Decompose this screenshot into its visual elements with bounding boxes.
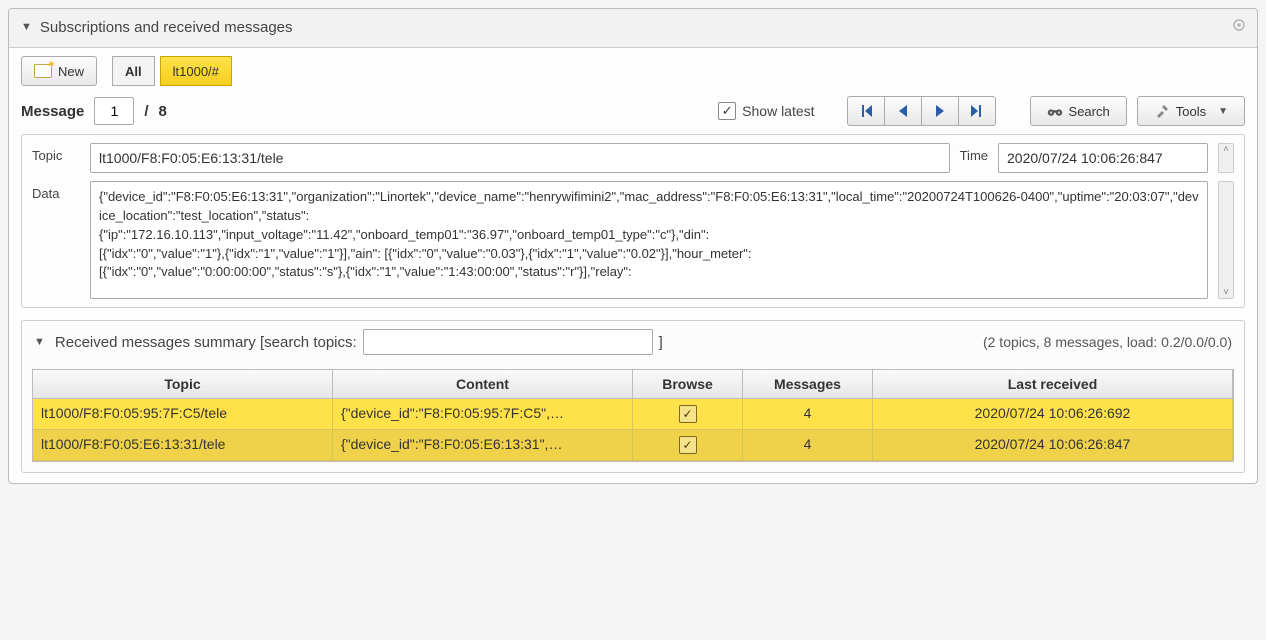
binoculars-icon (1047, 103, 1063, 119)
tabs-toolbar: New All lt1000/# (9, 48, 1257, 86)
cell-last: 2020/07/24 10:06:26:847 (873, 430, 1233, 461)
summary-title-suffix: ] (659, 334, 663, 351)
chevron-down-icon: ▼ (1218, 106, 1228, 117)
col-content[interactable]: Content (333, 370, 633, 399)
collapse-icon: ▼ (34, 336, 45, 348)
message-nav: Message / 8 ✓ Show latest (9, 86, 1257, 134)
message-total: 8 (159, 103, 167, 120)
panel-header[interactable]: ▼ Subscriptions and received messages (9, 9, 1257, 48)
topic-row: Topic Time ˄ (22, 135, 1244, 181)
table-row[interactable]: lt1000/F8:F0:05:95:7F:C5/tele {"device_i… (33, 399, 1233, 430)
new-button[interactable]: New (21, 56, 97, 86)
search-label: Search (1069, 104, 1110, 119)
checkbox-icon: ✓ (679, 436, 697, 454)
message-separator: / (144, 103, 148, 120)
tools-label: Tools (1176, 104, 1206, 119)
cell-topic: lt1000/F8:F0:05:95:7F:C5/tele (33, 399, 333, 430)
tab-all[interactable]: All (112, 56, 155, 86)
summary-header[interactable]: ▼ Received messages summary [search topi… (22, 321, 1244, 363)
topic-label: Topic (32, 143, 80, 163)
time-label: Time (960, 143, 988, 163)
detail-scrollbar[interactable]: ˄ (1218, 143, 1234, 173)
show-latest-toggle[interactable]: ✓ Show latest (718, 102, 814, 120)
panel-title: Subscriptions and received messages (40, 19, 293, 36)
first-button[interactable] (847, 96, 885, 126)
cell-messages: 4 (743, 399, 873, 430)
message-detail: Topic Time ˄ Data {"device_id":"F8:F0:05… (21, 134, 1245, 308)
cell-content: {"device_id":"F8:F0:05:95:7F:C5",… (333, 399, 633, 430)
cell-content: {"device_id":"F8:F0:05:E6:13:31",… (333, 430, 633, 461)
gear-icon[interactable] (1231, 17, 1247, 37)
summary-stats: (2 topics, 8 messages, load: 0.2/0.0/0.0… (983, 334, 1232, 350)
cell-browse[interactable]: ✓ (633, 399, 743, 430)
tab-filter[interactable]: lt1000/# (160, 56, 232, 86)
nav-button-group (847, 96, 996, 126)
collapse-icon: ▼ (21, 21, 32, 33)
new-label: New (58, 64, 84, 79)
new-icon (34, 64, 52, 78)
data-label: Data (32, 181, 80, 201)
search-topics-input[interactable] (363, 329, 653, 355)
subscriptions-panel: ▼ Subscriptions and received messages Ne… (8, 8, 1258, 484)
summary-panel: ▼ Received messages summary [search topi… (21, 320, 1245, 473)
cell-browse[interactable]: ✓ (633, 430, 743, 461)
show-latest-label: Show latest (742, 103, 814, 119)
topic-input[interactable] (90, 143, 950, 173)
tools-icon (1154, 103, 1170, 119)
tools-button[interactable]: Tools ▼ (1137, 96, 1245, 126)
data-textarea[interactable]: {"device_id":"F8:F0:05:E6:13:31","organi… (90, 181, 1208, 299)
next-button[interactable] (921, 96, 959, 126)
cell-messages: 4 (743, 430, 873, 461)
message-index-input[interactable] (94, 97, 134, 125)
col-last[interactable]: Last received (873, 370, 1233, 399)
table-row[interactable]: lt1000/F8:F0:05:E6:13:31/tele {"device_i… (33, 430, 1233, 461)
detail-scrollbar-lower[interactable]: ˅ (1218, 181, 1234, 299)
col-browse[interactable]: Browse (633, 370, 743, 399)
cell-last: 2020/07/24 10:06:26:692 (873, 399, 1233, 430)
summary-title-prefix: Received messages summary [search topics… (55, 334, 357, 351)
prev-button[interactable] (884, 96, 922, 126)
col-topic[interactable]: Topic (33, 370, 333, 399)
checkbox-icon: ✓ (679, 405, 697, 423)
summary-grid: Topic Content Browse Messages Last recei… (32, 369, 1234, 462)
search-button[interactable]: Search (1030, 96, 1127, 126)
last-button[interactable] (958, 96, 996, 126)
message-label: Message (21, 103, 84, 120)
grid-header: Topic Content Browse Messages Last recei… (33, 370, 1233, 399)
cell-topic: lt1000/F8:F0:05:E6:13:31/tele (33, 430, 333, 461)
col-messages[interactable]: Messages (743, 370, 873, 399)
time-input[interactable] (998, 143, 1208, 173)
checkbox-icon: ✓ (718, 102, 736, 120)
data-row: Data {"device_id":"F8:F0:05:E6:13:31","o… (22, 181, 1244, 307)
